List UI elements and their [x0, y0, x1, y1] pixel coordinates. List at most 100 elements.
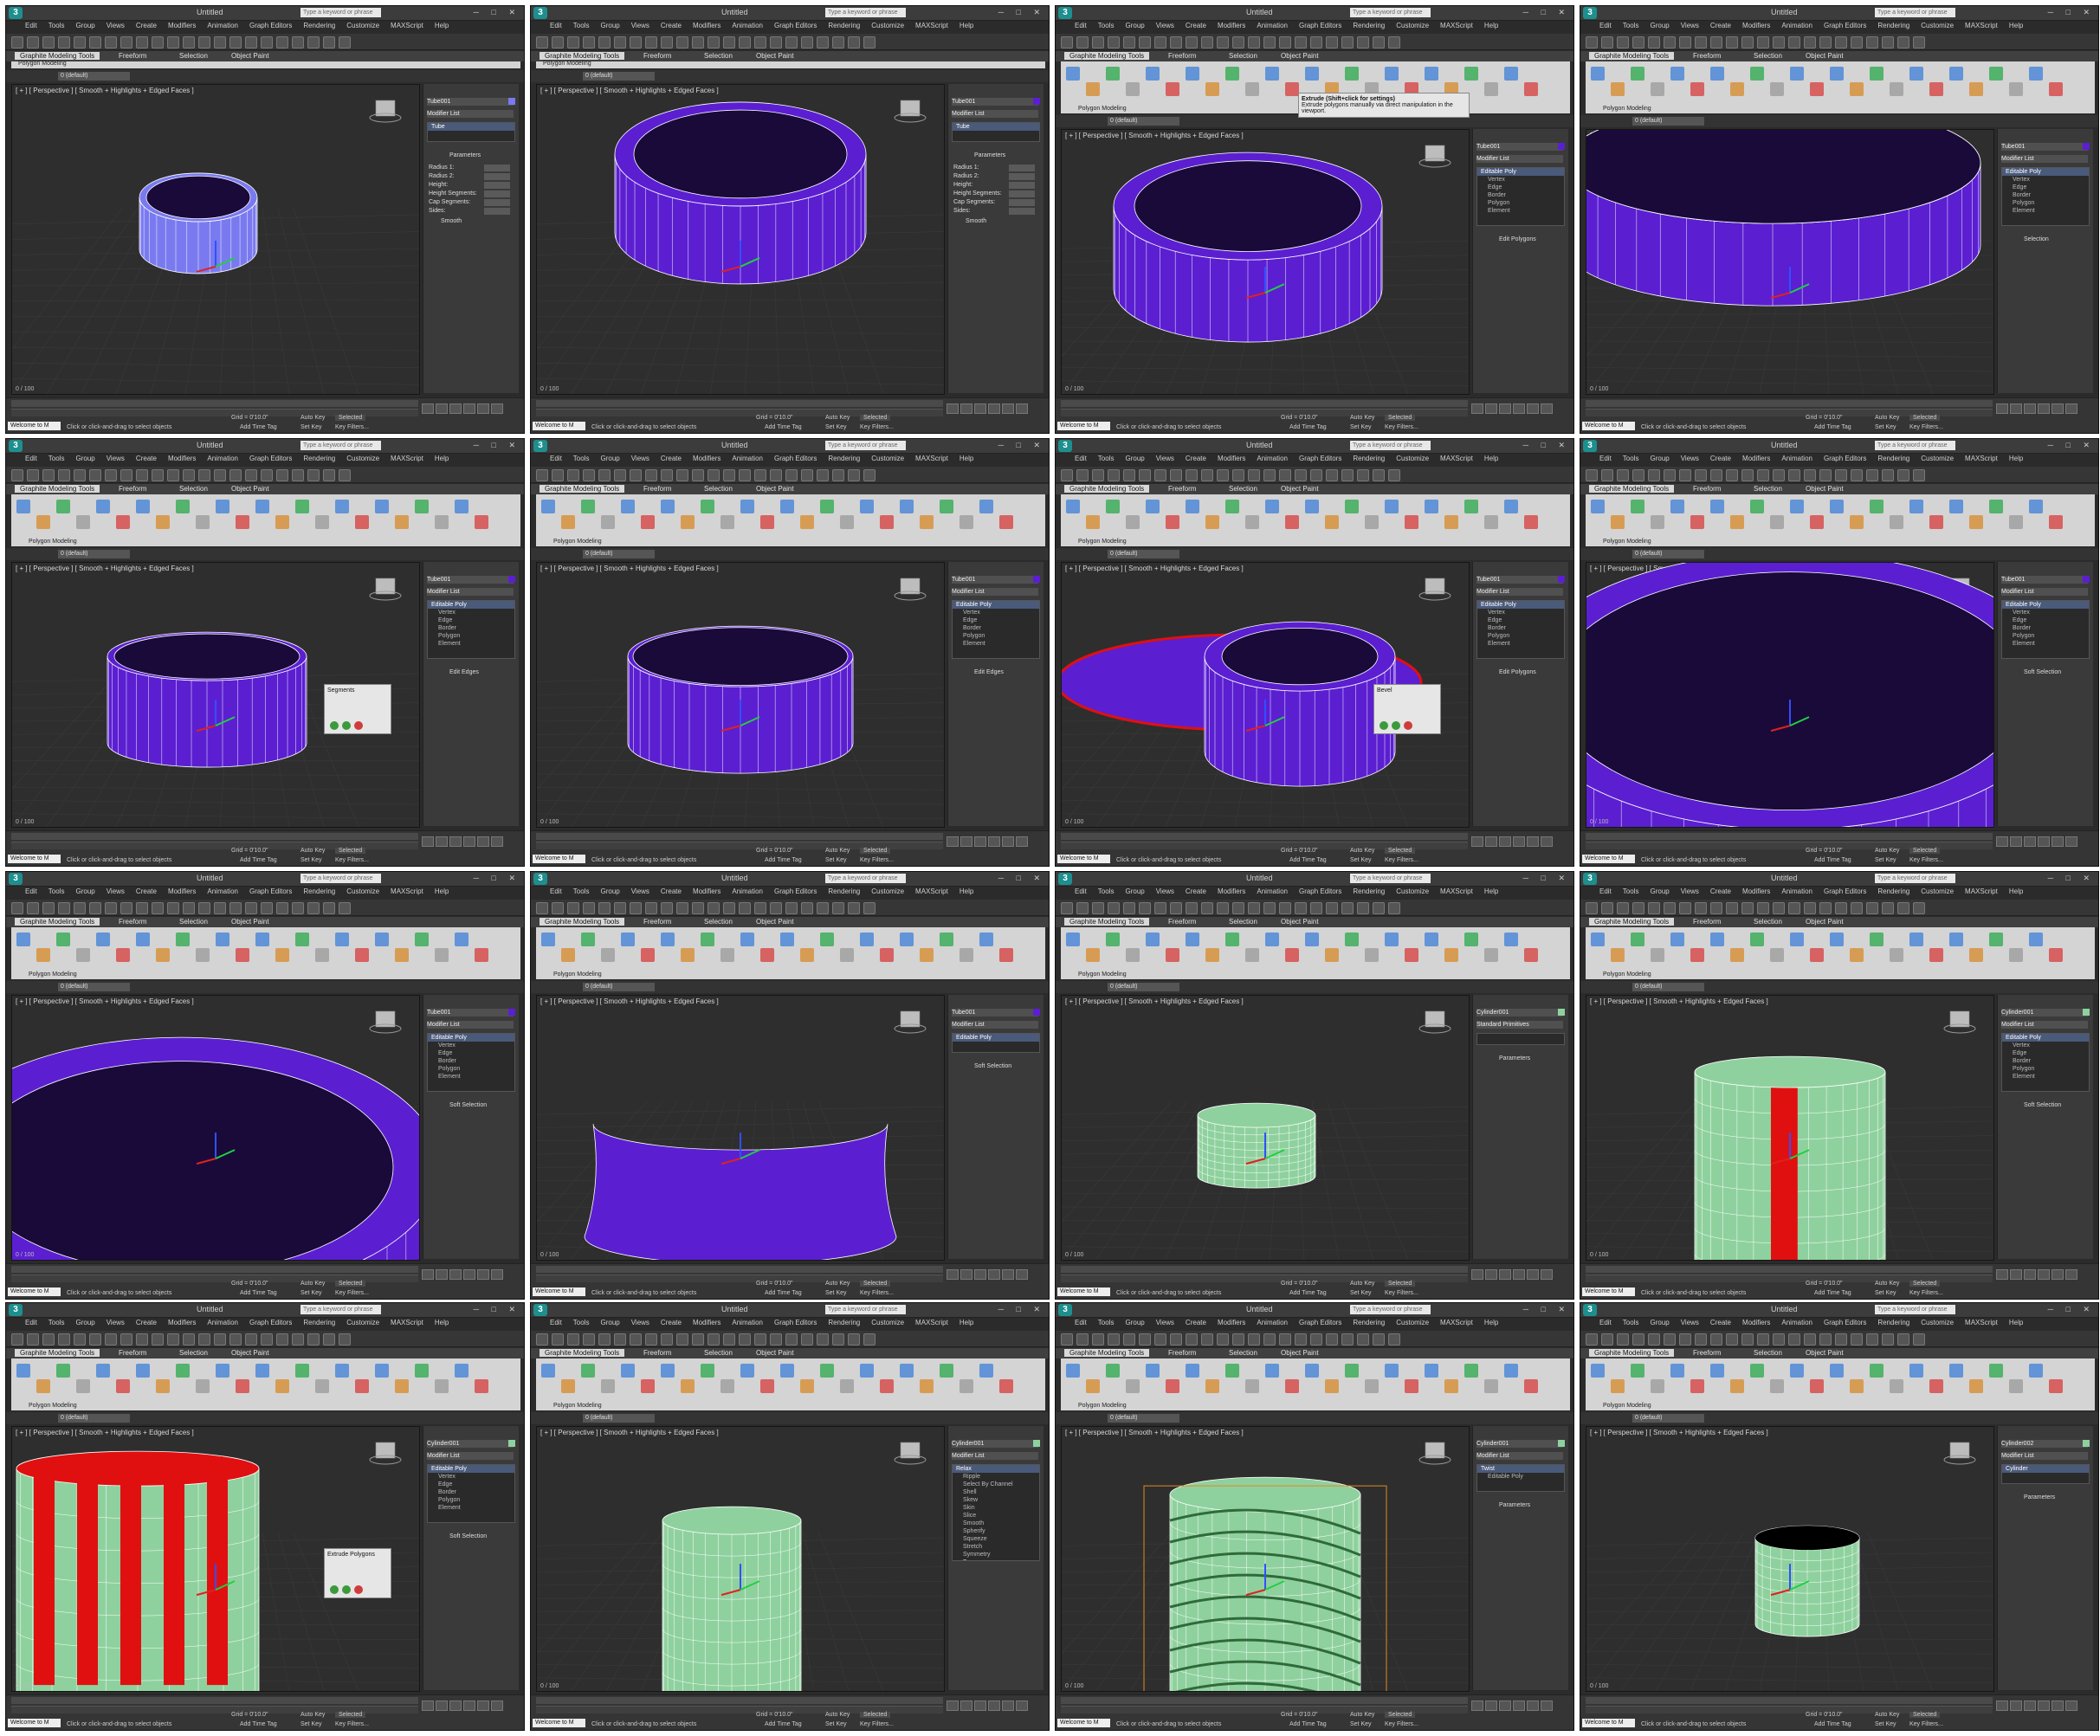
toolbar-icon[interactable] [229, 469, 242, 481]
toolbar-icon[interactable] [292, 1333, 304, 1346]
menu-item[interactable]: Group [75, 455, 94, 465]
caddy-popup[interactable]: Bevel [1373, 684, 1441, 734]
playback-control-icon[interactable] [1002, 1269, 1014, 1280]
menu-item[interactable]: MAXScript [915, 455, 948, 465]
key-filters-button[interactable]: Key Filters... [335, 857, 369, 863]
toolbar-icon[interactable] [1154, 1333, 1166, 1346]
modifier-stack-item[interactable]: Edge [428, 1481, 514, 1488]
toolbar-icon[interactable] [1092, 1333, 1104, 1346]
modifier-stack[interactable]: Editable Poly Vertex Edge Border Polygon Elem… [427, 1033, 515, 1092]
key-filters-button[interactable]: Key Filters... [1909, 1290, 1943, 1296]
object-color-swatch[interactable] [508, 98, 515, 105]
ribbon-tab[interactable]: Selection [1229, 918, 1257, 926]
ribbon-tool-icon[interactable] [455, 933, 468, 946]
rollout-header[interactable]: Edit Edges [974, 669, 1004, 675]
ribbon-tool-icon[interactable] [1651, 515, 1664, 529]
toolbar-icon[interactable] [1851, 469, 1863, 481]
playback-control-icon[interactable] [988, 836, 1000, 847]
toolbar-icon[interactable] [1154, 902, 1166, 914]
ribbon-tool-icon[interactable] [1086, 82, 1100, 96]
playback-control-icon[interactable] [436, 1269, 448, 1280]
auto-key-button[interactable]: Auto Key [300, 848, 325, 854]
toolbar-icon[interactable] [832, 1333, 844, 1346]
menu-item[interactable]: Animation [732, 455, 763, 465]
toolbar-icon[interactable] [1757, 1333, 1769, 1346]
toolbar-icon[interactable] [307, 1333, 320, 1346]
playback-control-icon[interactable] [974, 403, 986, 414]
ribbon-tool-icon[interactable] [1524, 948, 1538, 962]
menu-item[interactable]: Modifiers [1218, 22, 1245, 32]
modifier-list-dropdown[interactable]: Modifier List [1476, 588, 1563, 596]
rollout-header[interactable]: Soft Selection [2024, 669, 2061, 675]
toolbar-icon[interactable] [229, 902, 242, 914]
ribbon-tool-icon[interactable] [840, 1379, 854, 1393]
menu-item[interactable]: Modifiers [693, 1319, 720, 1329]
menu-item[interactable]: Graph Editors [1299, 22, 1341, 32]
menu-item[interactable]: Group [1650, 22, 1669, 32]
toolbar-icon[interactable] [676, 1333, 688, 1346]
modifier-stack[interactable]: Editable Poly [952, 1033, 1040, 1053]
ribbon-tool-icon[interactable] [1484, 1379, 1498, 1393]
modifier-stack-item[interactable]: Symmetry [953, 1551, 1039, 1559]
ribbon-tool-icon[interactable] [1464, 67, 1478, 81]
rollout-header[interactable]: Parameters [1499, 1055, 1530, 1062]
selected-dropdown[interactable]: Selected [1385, 848, 1416, 854]
ribbon-tool-icon[interactable] [1949, 933, 1963, 946]
menu-item[interactable]: Graph Editors [1824, 1319, 1866, 1329]
toolbar-icon[interactable] [1679, 1333, 1691, 1346]
toolbar-icon[interactable] [630, 902, 642, 914]
ribbon-tool-icon[interactable] [1750, 933, 1764, 946]
menu-item[interactable]: Modifiers [168, 1319, 196, 1329]
menu-item[interactable]: Animation [207, 455, 238, 465]
add-time-tag[interactable]: Add Time Tag [765, 857, 802, 863]
ribbon-tool-icon[interactable] [1504, 67, 1518, 81]
toolbar-icon[interactable] [261, 902, 273, 914]
toolbar-icon[interactable] [1232, 469, 1244, 481]
ribbon-tool-icon[interactable] [1670, 933, 1684, 946]
toolbar-icon[interactable] [661, 469, 673, 481]
ribbon-tool-icon[interactable] [2029, 933, 2043, 946]
ribbon-tool-icon[interactable] [1066, 67, 1080, 81]
ribbon-tab[interactable]: Selection [704, 52, 733, 60]
playback-control-icon[interactable] [947, 1269, 959, 1280]
toolbar-icon[interactable] [785, 469, 798, 481]
toolbar-icon[interactable] [1326, 1333, 1338, 1346]
toolbar-icon[interactable] [339, 469, 351, 481]
toolbar-icon[interactable] [1710, 36, 1722, 48]
modifier-stack-item[interactable]: Border [1477, 191, 1564, 199]
ribbon-tool-icon[interactable] [156, 1379, 170, 1393]
ribbon-tool-icon[interactable] [375, 1364, 389, 1378]
toolbar-icon[interactable] [552, 902, 564, 914]
auto-key-button[interactable]: Auto Key [300, 415, 325, 421]
ribbon-tool-icon[interactable] [740, 933, 754, 946]
ribbon-tool-icon[interactable] [1830, 1364, 1844, 1378]
ribbon-tab[interactable]: Graphite Modeling Tools [15, 485, 100, 493]
ribbon-tool-icon[interactable] [375, 500, 389, 513]
menu-item[interactable]: Rendering [1353, 887, 1385, 898]
menu-item[interactable]: Tools [1098, 887, 1115, 898]
toolbar-icon[interactable] [214, 36, 226, 48]
menu-item[interactable]: MAXScript [1440, 887, 1473, 898]
ribbon-tool-icon[interactable] [76, 948, 90, 962]
ribbon-tool-icon[interactable] [940, 500, 953, 513]
toolbar-icon[interactable] [1664, 36, 1676, 48]
toolbar-icon[interactable] [1897, 1333, 1909, 1346]
ribbon-tool-icon[interactable] [435, 948, 449, 962]
max-logo-icon[interactable]: 3 [1058, 1304, 1072, 1316]
menu-item[interactable]: MAXScript [1965, 1319, 1998, 1329]
toolbar-icon[interactable] [1108, 36, 1120, 48]
max-logo-icon[interactable]: 3 [1058, 440, 1072, 452]
menu-item[interactable]: Rendering [828, 455, 860, 465]
toolbar-icon[interactable] [1279, 36, 1291, 48]
modifier-stack-item[interactable]: Skew [953, 1496, 1039, 1504]
ribbon-tool-icon[interactable] [1305, 1364, 1319, 1378]
object-name-field[interactable]: Cylinder001 [1476, 1440, 1563, 1448]
toolbar-icon[interactable] [1357, 36, 1369, 48]
selected-dropdown[interactable]: Selected [1909, 415, 1941, 421]
playback-control-icon[interactable] [422, 1701, 434, 1711]
menu-item[interactable]: Views [107, 22, 125, 32]
ribbon-tool-icon[interactable] [1365, 1379, 1379, 1393]
selected-dropdown[interactable]: Selected [1385, 1712, 1416, 1718]
max-logo-icon[interactable]: 3 [533, 873, 547, 885]
toolbar-icon[interactable] [1866, 1333, 1878, 1346]
